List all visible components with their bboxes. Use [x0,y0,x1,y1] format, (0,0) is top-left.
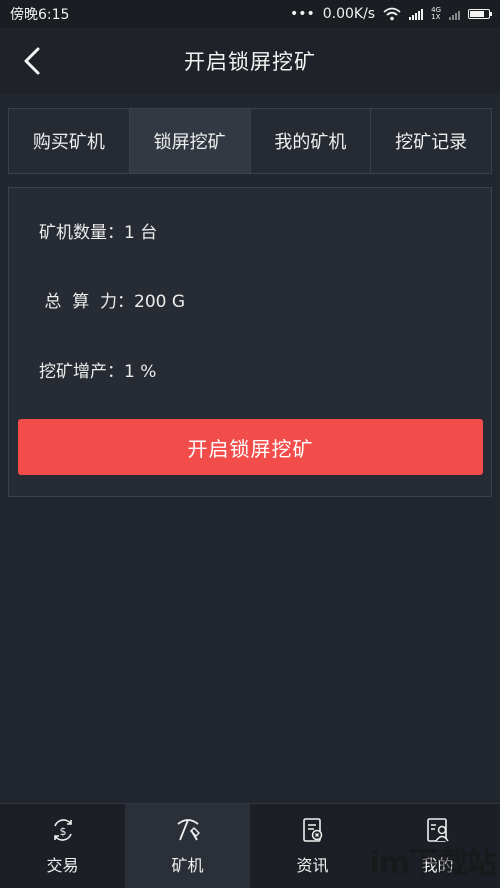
status-time: 傍晚6:15 [10,7,70,23]
nav-item-profile[interactable]: 我的 [375,804,500,888]
news-icon [302,818,322,842]
nav-label-news: 资讯 [296,856,329,875]
total-power-text: 总 算 力：200 G [39,292,186,312]
start-lockscreen-mining-button[interactable]: 开启锁屏挖矿 [18,419,483,475]
nav-label-profile: 我的 [421,856,454,875]
svg-text:$: $ [59,825,66,838]
exchange-icon: $ [53,819,72,841]
miner-count-text: 矿机数量：1 台 [39,223,158,243]
tab-bar: 购买矿机 锁屏挖矿 我的矿机 挖矿记录 [8,108,492,174]
mining-info-panel: 矿机数量：1 台 总 算 力：200 G 挖矿增产：1 % 开启锁屏挖矿 [8,187,492,497]
tab-buy-miner[interactable]: 购买矿机 [9,109,130,173]
profile-icon [426,818,449,842]
signal-icon [409,8,424,20]
status-dots: ••• [289,6,315,22]
tab-mining-records[interactable]: 挖矿记录 [371,109,491,173]
nav-item-news[interactable]: 资讯 [250,804,375,888]
back-button[interactable] [14,42,50,80]
page-title: 开启锁屏挖矿 [184,50,316,74]
status-bar: 傍晚6:15 ••• 0.00K/s 4G 1X [0,0,500,28]
net-1x-label: 1X [431,13,441,21]
pickaxe-icon [176,819,200,841]
network-speed: 0.00K/s [322,6,376,22]
tab-lockscreen-mining[interactable]: 锁屏挖矿 [129,109,251,173]
nav-item-miner[interactable]: 矿机 [125,804,250,888]
status-indicators: ••• 0.00K/s 4G 1X [289,6,492,22]
chevron-left-icon [24,47,40,75]
network-type-badge: 4G 1X [431,7,441,21]
signal-icon-secondary [449,8,460,20]
nav-item-trade[interactable]: $ 交易 [0,804,125,888]
app-header: 开启锁屏挖矿 [0,28,500,94]
battery-icon [468,9,492,19]
nav-label-miner: 矿机 [171,856,204,875]
wifi-icon [383,7,401,21]
nav-label-trade: 交易 [46,856,79,875]
tab-my-miners[interactable]: 我的矿机 [251,109,372,173]
bottom-nav: $ 交易 矿机 资讯 我的 [0,803,500,888]
mining-boost-text: 挖矿增产：1 % [39,362,157,382]
